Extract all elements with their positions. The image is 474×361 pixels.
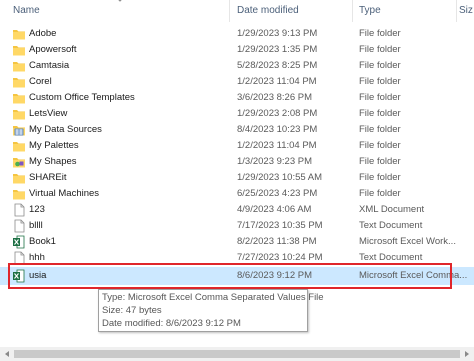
file-type: Microsoft Excel Work... [359,236,456,247]
column-name[interactable]: Name [13,5,40,16]
file-name: My Shapes [29,156,77,167]
file-name: Adobe [29,28,57,39]
scrollbar-thumb[interactable] [14,350,460,358]
tooltip-type: Type: Microsoft Excel Comma Separated Va… [102,292,324,303]
folder-icon [13,174,25,184]
file-type: File folder [359,92,401,103]
document-icon [14,203,25,217]
file-date: 1/3/2023 9:23 PM [237,156,312,167]
file-date: 7/17/2023 10:35 PM [237,220,323,231]
file-date: 8/2/2023 11:38 PM [237,236,317,247]
file-date: 4/9/2023 4:06 AM [237,204,312,215]
file-date: 6/25/2023 4:23 PM [237,188,318,199]
column-divider[interactable] [456,0,457,22]
file-name: My Data Sources [29,124,102,135]
folder-icon [13,78,25,88]
file-date: 1/29/2023 2:08 PM [237,108,318,119]
file-type: File folder [359,156,401,167]
shapes-folder-icon [13,158,25,168]
scroll-left-icon[interactable] [3,350,11,358]
file-date: 1/2/2023 11:04 PM [237,140,317,151]
file-date: 7/27/2023 10:24 PM [237,252,323,263]
file-name: hhh [29,252,45,263]
folder-icon [13,46,25,56]
folder-icon [13,94,25,104]
column-type[interactable]: Type [359,5,381,16]
file-type: Text Document [359,252,423,263]
file-row[interactable]: My Shapes 1/3/2023 9:23 PM File folder [0,154,474,170]
file-date: 3/6/2023 8:26 PM [237,92,312,103]
file-type: Text Document [359,220,423,231]
file-type: File folder [359,188,401,199]
file-date: 1/29/2023 1:35 PM [237,44,318,55]
file-row[interactable]: Camtasia 5/28/2023 8:25 PM File folder [0,58,474,74]
file-name: My Palettes [29,140,79,151]
file-row[interactable]: Apowersoft 1/29/2023 1:35 PM File folder [0,42,474,58]
file-date: 1/2/2023 11:04 PM [237,76,317,87]
file-row[interactable]: Custom Office Templates 3/6/2023 8:26 PM… [0,90,474,106]
file-row[interactable]: Corel 1/2/2023 11:04 PM File folder [0,74,474,90]
highlight-box [8,263,452,289]
file-type: File folder [359,140,401,151]
file-type: XML Document [359,204,425,215]
file-name: Custom Office Templates [29,92,135,103]
tooltip-date: Date modified: 8/6/2023 9:12 PM [102,318,241,329]
folder-icon [13,190,25,200]
scroll-right-icon[interactable] [463,350,471,358]
column-divider[interactable] [352,0,353,22]
column-size[interactable]: Siz [459,5,473,16]
file-name: Virtual Machines [29,188,100,199]
file-row[interactable]: My Palettes 1/2/2023 11:04 PM File folde… [0,138,474,154]
file-name: SHAREit [29,172,67,183]
horizontal-scrollbar[interactable] [0,347,474,361]
file-row[interactable]: Adobe 1/29/2023 9:13 PM File folder [0,26,474,42]
file-name: LetsView [29,108,68,119]
folder-icon [13,110,25,120]
file-type: File folder [359,76,401,87]
file-name: bllll [29,220,43,231]
file-tooltip: Type: Microsoft Excel Comma Separated Va… [98,289,324,332]
file-type: File folder [359,44,401,55]
file-date: 1/29/2023 9:13 PM [237,28,318,39]
file-name: Book1 [29,236,56,247]
folder-icon [13,142,25,152]
column-divider[interactable] [229,0,230,22]
file-date: 1/29/2023 10:55 AM [237,172,323,183]
column-header: Name Date modified Type Siz [0,0,474,22]
file-row[interactable]: bllll 7/17/2023 10:35 PM Text Document [0,218,474,234]
file-name: Camtasia [29,60,70,71]
document-icon [14,219,25,233]
file-type: File folder [359,108,401,119]
data-sources-folder-icon [13,126,25,136]
file-name: Apowersoft [29,44,77,55]
file-row[interactable]: Book1 8/2/2023 11:38 PM Microsoft Excel … [0,234,474,250]
file-date: 8/4/2023 10:23 PM [237,124,318,135]
column-date-modified[interactable]: Date modified [237,5,299,16]
folder-icon [13,62,25,72]
file-row[interactable]: Virtual Machines 6/25/2023 4:23 PM File … [0,186,474,202]
excel-icon [13,235,25,249]
file-type: File folder [359,60,401,71]
file-date: 5/28/2023 8:25 PM [237,60,318,71]
file-row[interactable]: SHAREit 1/29/2023 10:55 AM File folder [0,170,474,186]
sort-caret-icon [118,0,122,2]
file-type: File folder [359,172,401,183]
file-name: Corel [29,76,52,87]
folder-icon [13,30,25,40]
file-row[interactable]: My Data Sources 8/4/2023 10:23 PM File f… [0,122,474,138]
file-type: File folder [359,28,401,39]
file-row[interactable]: 123 4/9/2023 4:06 AM XML Document [0,202,474,218]
file-name: 123 [29,204,45,215]
file-row[interactable]: LetsView 1/29/2023 2:08 PM File folder [0,106,474,122]
file-type: File folder [359,124,401,135]
tooltip-size: Size: 47 bytes [102,305,162,316]
